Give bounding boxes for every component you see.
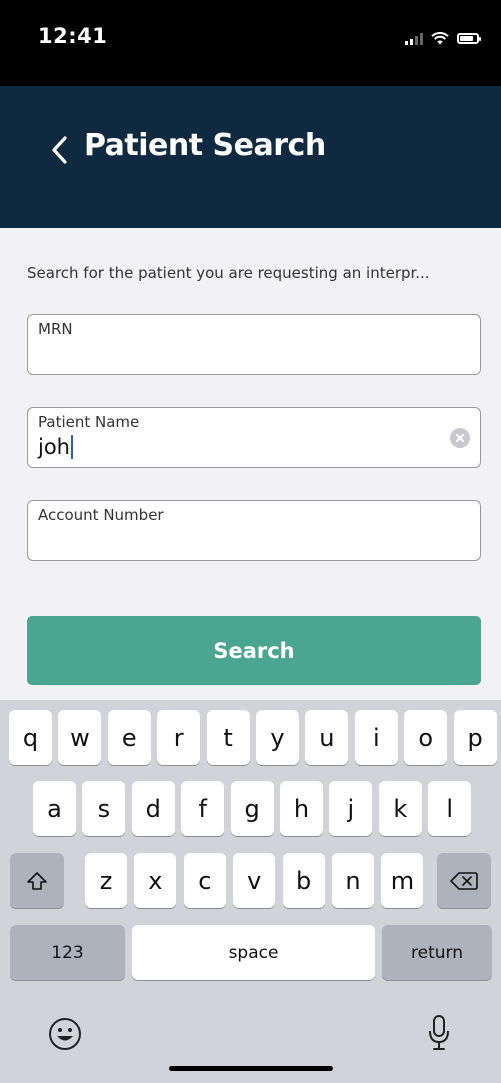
patient-name-field-value: joh xyxy=(38,435,73,459)
key-n[interactable]: n xyxy=(332,853,374,908)
space-key[interactable]: space xyxy=(132,925,375,980)
key-a[interactable]: a xyxy=(33,781,76,836)
key-o[interactable]: o xyxy=(404,710,448,765)
instruction-text: Search for the patient you are requestin… xyxy=(27,264,430,282)
key-c[interactable]: c xyxy=(183,853,226,908)
key-l[interactable]: l xyxy=(428,781,472,836)
key-w[interactable]: w xyxy=(58,710,102,765)
key-j[interactable]: j xyxy=(329,781,373,836)
key-k[interactable]: k xyxy=(378,781,422,836)
key-u[interactable]: u xyxy=(305,710,349,765)
on-screen-keyboard: 123 space return qwertyuiop asdfghjkl zxcv… xyxy=(0,700,501,1083)
account-number-field[interactable]: Account Number xyxy=(27,500,481,561)
key-s[interactable]: s xyxy=(82,781,126,836)
wifi-icon xyxy=(431,32,449,45)
patient-name-input-text: joh xyxy=(38,435,70,459)
search-button[interactable]: Search xyxy=(27,616,481,685)
shift-icon xyxy=(27,871,47,890)
shift-key[interactable] xyxy=(10,853,64,908)
key-h[interactable]: h xyxy=(280,781,323,836)
key-t[interactable]: t xyxy=(206,710,250,765)
patient-name-field-label: Patient Name xyxy=(38,413,140,431)
delete-key[interactable] xyxy=(437,853,491,908)
dictation-button[interactable] xyxy=(424,1012,454,1054)
status-time: 12:41 xyxy=(38,24,108,48)
key-f[interactable]: f xyxy=(181,781,225,836)
emoji-icon xyxy=(49,1018,81,1050)
key-x[interactable]: x xyxy=(134,853,177,908)
clear-text-button[interactable] xyxy=(450,428,470,448)
text-cursor xyxy=(71,435,73,459)
key-p[interactable]: p xyxy=(453,710,497,765)
search-form: Search for the patient you are requestin… xyxy=(0,228,501,700)
key-e[interactable]: e xyxy=(107,710,151,765)
back-button[interactable] xyxy=(44,130,74,170)
backspace-icon xyxy=(450,871,478,890)
numbers-key[interactable]: 123 xyxy=(10,925,125,980)
key-z[interactable]: z xyxy=(85,853,127,908)
return-key[interactable]: return xyxy=(382,925,492,980)
battery-icon xyxy=(457,33,481,44)
status-icons xyxy=(405,32,481,45)
key-v[interactable]: v xyxy=(233,853,276,908)
battery-level xyxy=(460,36,473,41)
mrn-field-label: MRN xyxy=(38,320,73,338)
cellular-signal-icon xyxy=(405,32,423,45)
navigation-bar: Patient Search xyxy=(0,86,501,228)
key-q[interactable]: q xyxy=(9,710,52,765)
key-r[interactable]: r xyxy=(157,710,201,765)
clear-x-icon xyxy=(456,434,464,442)
key-g[interactable]: g xyxy=(230,781,274,836)
key-y[interactable]: y xyxy=(256,710,299,765)
key-b[interactable]: b xyxy=(282,853,325,908)
mrn-field[interactable]: MRN xyxy=(27,314,481,375)
status-bar: 12:41 xyxy=(0,0,501,86)
key-m[interactable]: m xyxy=(381,853,424,908)
chevron-left-icon xyxy=(52,136,67,164)
home-indicator xyxy=(169,1066,333,1071)
microphone-icon xyxy=(429,1015,449,1050)
account-number-field-label: Account Number xyxy=(38,506,164,524)
patient-name-field[interactable]: Patient Name joh xyxy=(27,407,481,468)
key-d[interactable]: d xyxy=(131,781,175,836)
emoji-button[interactable] xyxy=(47,1016,83,1052)
key-i[interactable]: i xyxy=(354,710,398,765)
page-title: Patient Search xyxy=(84,128,326,163)
